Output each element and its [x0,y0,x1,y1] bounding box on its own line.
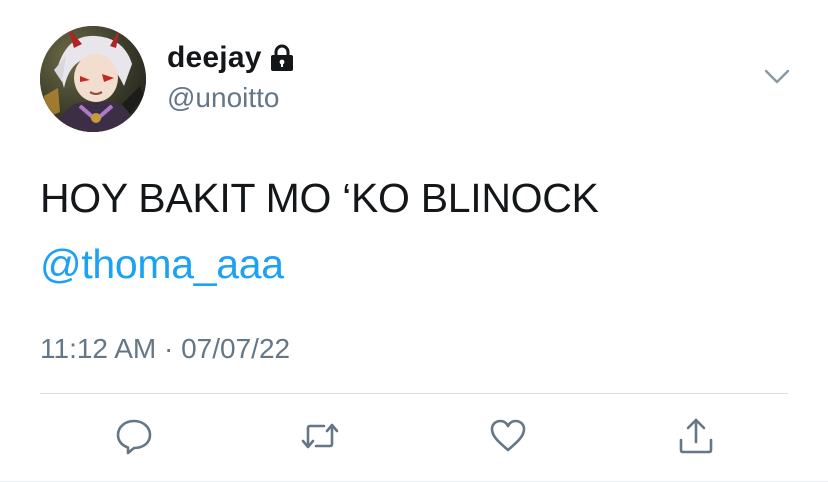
chevron-down-icon[interactable] [764,68,790,86]
like-icon[interactable] [488,416,528,456]
user-handle[interactable]: @unoitto [167,82,294,114]
mention-link[interactable]: @thoma_aaa [40,240,284,288]
display-name[interactable]: deejay [167,41,262,75]
retweet-icon[interactable] [300,416,340,456]
tweet-text: HOY BAKIT MO ‘KO BLINOCK [40,175,599,221]
reply-icon[interactable] [114,416,154,456]
display-name-row: deejay [167,40,294,76]
tweet-author: deejay @unoitto [167,40,294,114]
avatar[interactable] [40,26,146,132]
share-icon[interactable] [676,416,716,456]
divider [40,393,788,394]
tweet-timestamp[interactable]: 11:12 AM · 07/07/22 [40,333,290,365]
avatar-image [40,26,146,132]
tweet-card: deejay @unoitto HOY BAKIT MO ‘KO BLINOCK… [0,0,828,482]
lock-icon [270,44,293,71]
